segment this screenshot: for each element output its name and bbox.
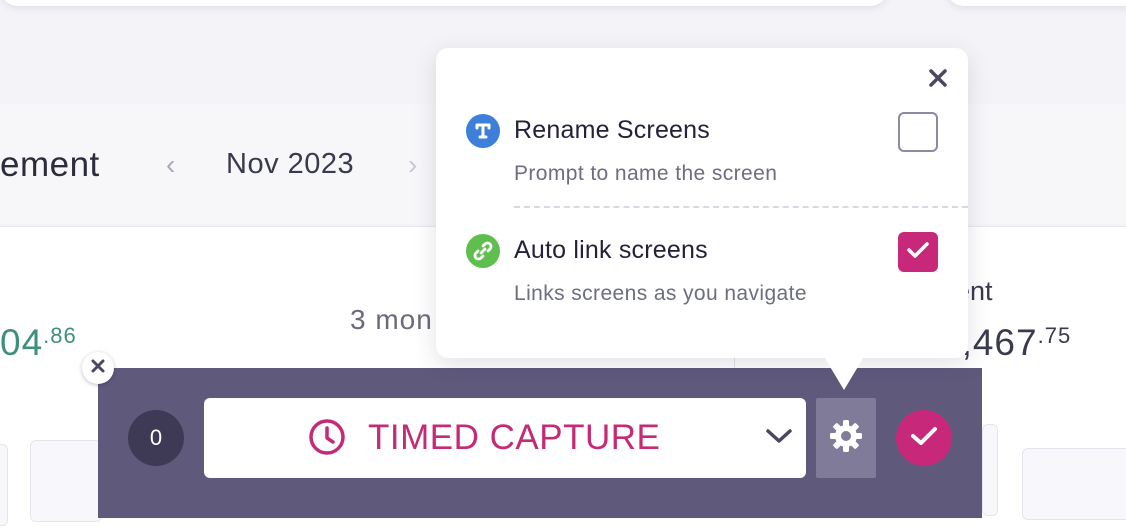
auto-link-screens-description: Links screens as you navigate xyxy=(514,282,807,305)
chevron-down-icon xyxy=(765,426,793,451)
chart-placeholder xyxy=(982,424,998,516)
close-icon xyxy=(928,69,948,92)
text-icon xyxy=(466,114,500,148)
link-icon xyxy=(466,234,500,268)
current-month-label: Nov 2023 xyxy=(226,148,355,180)
auto-link-screens-checkbox[interactable] xyxy=(898,232,938,272)
rename-screens-checkbox[interactable] xyxy=(898,112,938,152)
popover-pointer xyxy=(820,350,868,390)
confirm-capture-button[interactable] xyxy=(896,410,952,466)
previous-month-button[interactable]: ‹ xyxy=(166,150,175,180)
auto-link-screens-title: Auto link screens xyxy=(514,236,708,264)
stat-left-cents: .86 xyxy=(43,323,77,348)
rename-screens-title: Rename Screens xyxy=(514,116,710,144)
chart-placeholder xyxy=(1022,448,1126,520)
close-icon xyxy=(91,359,105,378)
capture-counter: 0 xyxy=(128,410,184,466)
chart-placeholder xyxy=(0,444,8,526)
capture-mode-select[interactable]: TIMED CAPTURE xyxy=(204,398,806,478)
option-divider xyxy=(514,206,968,208)
gear-icon xyxy=(828,418,864,459)
top-card xyxy=(0,0,888,6)
check-icon xyxy=(905,240,931,265)
settings-button[interactable] xyxy=(816,398,876,478)
close-toolbar-button[interactable] xyxy=(82,352,114,384)
settings-popover xyxy=(436,48,968,358)
stat-mid-label: 3 mon xyxy=(350,304,433,335)
close-popover-button[interactable] xyxy=(928,68,948,93)
capture-mode-label: TIMED CAPTURE xyxy=(368,418,661,457)
stat-right-cents: .75 xyxy=(1037,323,1072,348)
stat-left-value: 04.86 xyxy=(0,322,77,364)
clock-icon xyxy=(307,417,347,462)
check-icon xyxy=(909,424,939,453)
stat-left-main: 04 xyxy=(0,322,44,363)
rename-screens-description: Prompt to name the screen xyxy=(514,162,778,185)
top-card-secondary xyxy=(946,0,1126,6)
chart-placeholder xyxy=(30,440,102,522)
page-title: ement xyxy=(0,145,100,184)
next-month-button[interactable]: › xyxy=(408,150,417,180)
